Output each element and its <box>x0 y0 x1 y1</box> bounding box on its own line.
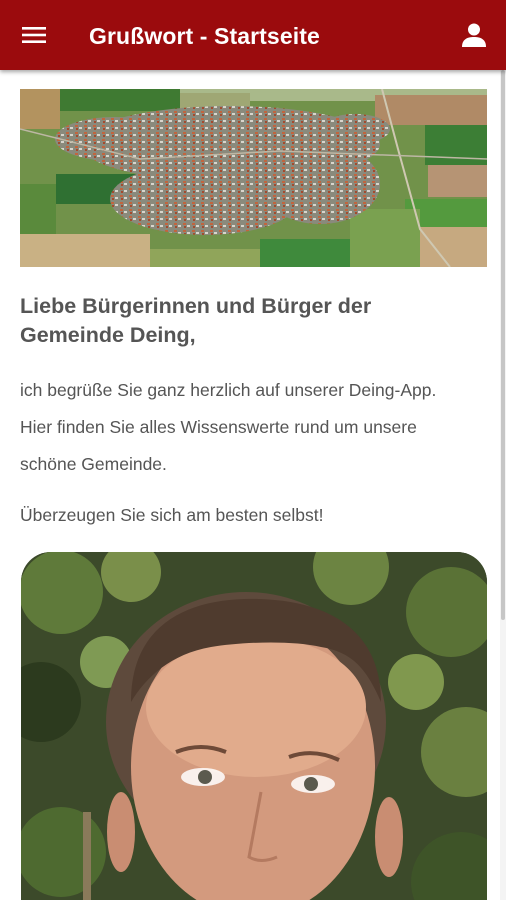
closing-paragraph: Überzeugen Sie sich am besten selbst! <box>20 505 324 525</box>
app-bar: Grußwort - Startseite <box>0 0 506 70</box>
intro-paragraph: ich begrüße Sie ganz herzlich auf unsere… <box>20 380 437 474</box>
main-content[interactable]: Liebe Bürgerinnen und Bürger der Gemeind… <box>0 70 500 900</box>
page-title: Grußwort - Startseite <box>89 23 320 49</box>
greeting-heading: Liebe Bürgerinnen und Bürger der Gemeind… <box>20 294 372 347</box>
scrollbar[interactable] <box>500 70 506 900</box>
scrollbar-thumb[interactable] <box>501 70 505 620</box>
menu-button[interactable] <box>14 15 54 55</box>
village-aerial-photo <box>20 89 487 267</box>
account-button[interactable] <box>454 15 494 55</box>
hamburger-menu-icon <box>22 25 46 45</box>
mayor-portrait-photo <box>21 552 487 900</box>
user-account-icon <box>461 22 487 48</box>
